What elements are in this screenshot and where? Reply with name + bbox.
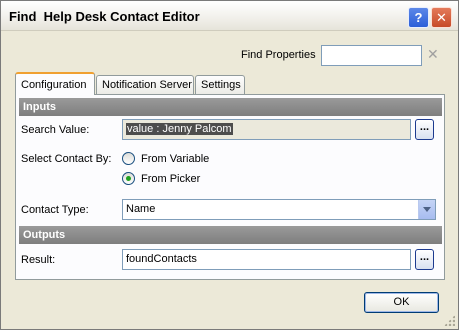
- radio-from-variable[interactable]: [122, 152, 135, 165]
- search-value-text: value : Jenny Palcom: [126, 123, 233, 135]
- ok-button[interactable]: OK: [364, 292, 439, 313]
- result-text: foundContacts: [126, 253, 197, 265]
- contact-type-label: Contact Type:: [21, 204, 89, 216]
- select-contact-by-label: Select Contact By:: [21, 153, 112, 165]
- help-button[interactable]: ?: [408, 7, 429, 28]
- find-properties-input[interactable]: [321, 45, 422, 66]
- search-value-browse-button[interactable]: ...: [415, 119, 434, 140]
- title-bar[interactable]: Find Help Desk Contact Editor ? ✕: [1, 1, 458, 31]
- resize-grip-icon[interactable]: [444, 315, 455, 326]
- configuration-panel: Inputs Search Value: value : Jenny Palco…: [15, 94, 445, 280]
- contact-type-select[interactable]: Name: [122, 199, 436, 220]
- search-value-label: Search Value:: [21, 124, 90, 136]
- outputs-section-header: Outputs: [19, 226, 442, 244]
- dialog-window: Find Help Desk Contact Editor ? ✕ Find P…: [0, 0, 459, 330]
- chevron-down-icon[interactable]: [418, 200, 435, 219]
- result-browse-button[interactable]: ...: [415, 249, 434, 270]
- tab-notification-server[interactable]: Notification Server: [96, 75, 194, 94]
- radio-from-picker-label[interactable]: From Picker: [141, 173, 200, 185]
- find-properties-label: Find Properties: [241, 49, 316, 61]
- tab-settings[interactable]: Settings: [195, 75, 245, 94]
- tab-configuration[interactable]: Configuration: [15, 72, 95, 95]
- help-icon: ?: [414, 10, 423, 25]
- window-title: Find Help Desk Contact Editor: [9, 9, 200, 24]
- search-value-field[interactable]: value : Jenny Palcom: [122, 119, 411, 140]
- close-button[interactable]: ✕: [431, 7, 452, 28]
- contact-type-selected: Name: [126, 203, 156, 215]
- inputs-section-header: Inputs: [19, 98, 442, 116]
- radio-from-picker[interactable]: [122, 172, 135, 185]
- result-label: Result:: [21, 254, 56, 266]
- radio-from-variable-label[interactable]: From Variable: [141, 153, 209, 165]
- clear-find-icon[interactable]: ✕: [427, 46, 439, 63]
- close-icon: ✕: [436, 9, 447, 25]
- result-field[interactable]: foundContacts: [122, 249, 411, 270]
